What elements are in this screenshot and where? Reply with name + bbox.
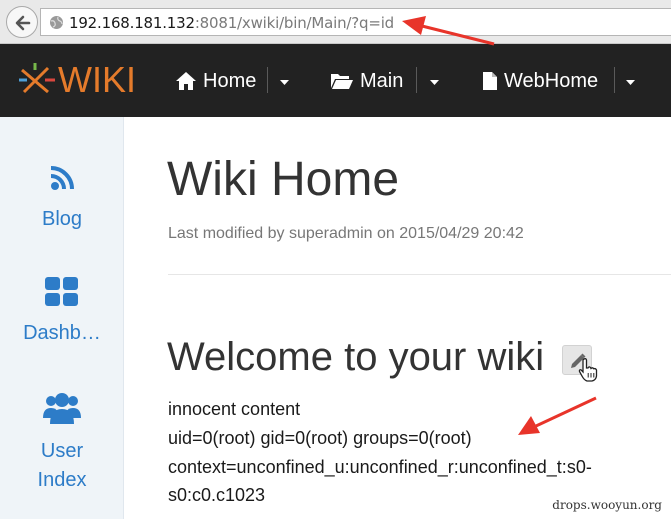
last-modified-info: Last modified by superadmin on 2015/04/2… [168, 225, 524, 243]
browser-toolbar: 192.168.181.132:8081/xwiki/bin/Main/?q=i… [0, 0, 671, 44]
watermark: drops.wooyun.org [548, 498, 666, 512]
nav-separator [416, 67, 417, 93]
last-modified-text: Last modified by superadmin on 2015/04/2… [168, 225, 524, 242]
folder-open-icon [330, 72, 354, 90]
sidebar-item-label-line2: Index [37, 469, 87, 491]
content-line: s0:c0.c1023 [168, 485, 266, 505]
url-path: :8081/xwiki/bin/Main/?q=id [194, 14, 394, 32]
nav-separator [267, 67, 268, 93]
sidebar-item-dashboard[interactable]: Dashb… [0, 277, 124, 348]
content-line-command-output: uid=0(root) gid=0(root) groups=0(root) [168, 428, 472, 448]
nav-separator [614, 67, 615, 93]
sidebar-item-blog[interactable]: Blog [0, 165, 124, 234]
sidebar-item-label: Blog [41, 208, 83, 230]
application-panel: Blog Dashb… User Index [0, 117, 124, 519]
address-bar[interactable]: 192.168.181.132:8081/xwiki/bin/Main/?q=i… [40, 8, 671, 36]
sidebar-item-user-index[interactable]: User Index [0, 391, 124, 495]
nav-main[interactable]: Main [330, 66, 403, 96]
chevron-down-icon[interactable] [626, 80, 635, 85]
users-icon [0, 391, 124, 431]
content-line: innocent content [168, 399, 301, 419]
logo-text: WIKI [58, 59, 136, 100]
divider [168, 274, 671, 275]
sidebar-item-label: Dashb… [23, 322, 101, 344]
hand-cursor-icon [578, 358, 598, 382]
nav-webhome-label: WebHome [504, 69, 599, 92]
chevron-down-icon[interactable] [430, 80, 439, 85]
back-button[interactable] [6, 6, 38, 38]
url-host: 192.168.181.132 [69, 14, 195, 32]
back-arrow-icon [15, 15, 31, 31]
chevron-down-icon[interactable] [280, 80, 289, 85]
nav-home[interactable]: Home [175, 66, 256, 96]
document-icon [482, 71, 498, 91]
content-line: context=unconfined_u:unconfined_r:unconf… [168, 457, 592, 477]
home-icon [175, 71, 197, 91]
nav-main-label: Main [360, 69, 404, 92]
annotation-arrow-output [518, 396, 597, 435]
sidebar-item-label-line1: User [40, 440, 84, 462]
nav-home-label: Home [203, 69, 257, 92]
rss-icon [0, 165, 124, 199]
xwiki-logo-x-icon [19, 63, 55, 94]
dashboard-grid-icon [0, 277, 124, 313]
section-heading: Welcome to your wiki [167, 335, 545, 379]
globe-icon [50, 16, 63, 29]
nav-webhome[interactable]: WebHome [482, 66, 598, 96]
page-title: Wiki Home [167, 153, 400, 206]
top-navigation-bar: WIKI Home Main WebHome [0, 44, 671, 117]
url-text: 192.168.181.132:8081/xwiki/bin/Main/?q=i… [69, 14, 394, 32]
